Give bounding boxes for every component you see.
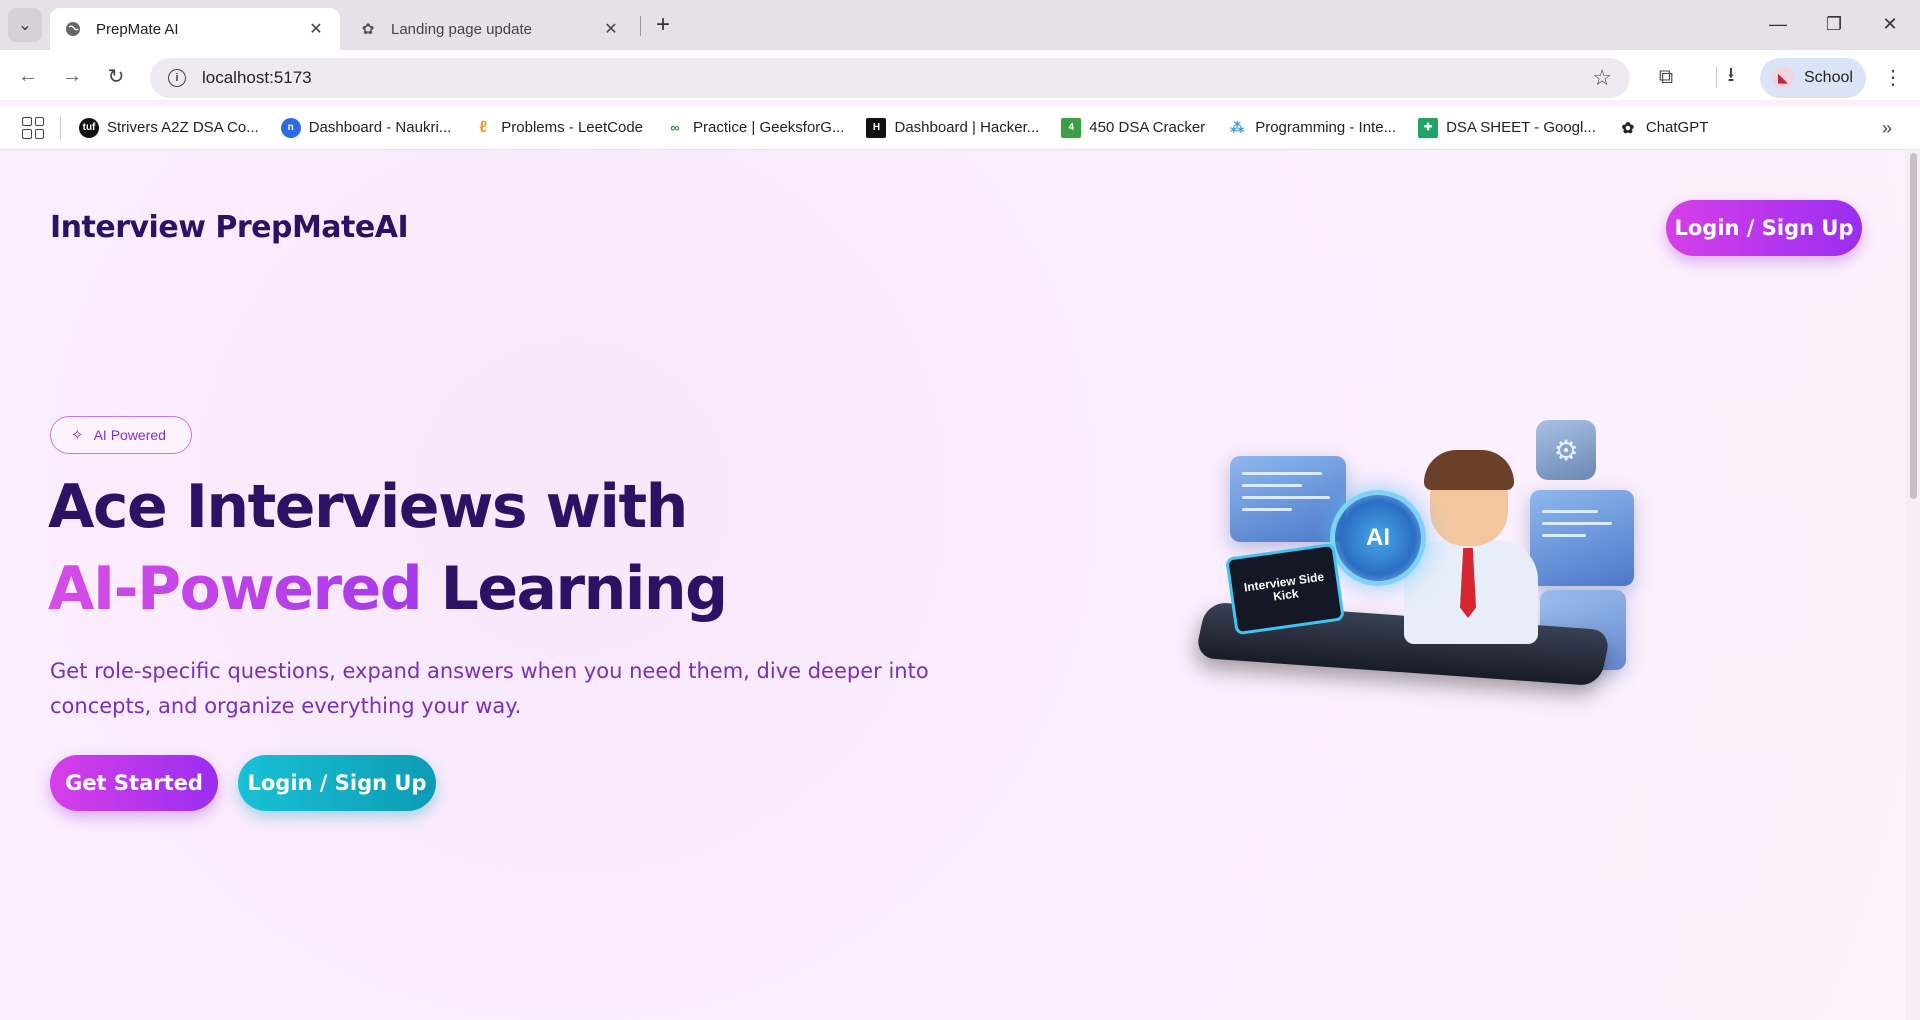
arrow-right-icon: → — [62, 64, 82, 87]
programming-icon: ⁂ — [1230, 119, 1245, 135]
bookmark-naukri[interactable]: n Dashboard - Naukri... — [280, 117, 452, 138]
close-icon: ✕ — [1882, 13, 1898, 34]
minimize-icon: — — [1769, 13, 1787, 34]
profile-avatar-icon: ◣ — [1772, 67, 1794, 89]
bookmark-strivers[interactable]: tuf Strivers A2Z DSA Co... — [79, 117, 259, 138]
plus-icon: + — [655, 11, 670, 38]
bookmark-label: 450 DSA Cracker — [1089, 119, 1206, 136]
bookmark-label: Problems - LeetCode — [501, 119, 644, 136]
person-hair — [1424, 450, 1514, 490]
reload-button[interactable]: ↻ — [100, 60, 132, 92]
gear-icon: ⚙ — [1536, 420, 1596, 480]
menu-kebab-icon[interactable]: ⋮ — [1878, 62, 1908, 92]
tab-title: PrepMate AI — [96, 20, 179, 38]
restore-button[interactable]: ❐ — [1814, 8, 1854, 40]
tab-title: Landing page update — [391, 20, 532, 38]
reload-icon: ↻ — [107, 65, 125, 88]
forward-button[interactable]: → — [56, 60, 88, 92]
apps-grid-icon[interactable] — [22, 116, 44, 139]
ai-hologram-icon: AI — [1330, 490, 1426, 586]
hero-heading-line2: AI-Powered Learning — [48, 554, 728, 624]
globe-icon — [64, 20, 82, 38]
download-icon[interactable]: ⭳ — [1716, 62, 1746, 92]
gfg-icon: ∞ — [670, 120, 680, 135]
hero-subtitle: Get role-specific questions, expand answ… — [50, 659, 929, 718]
tab-prepmate[interactable]: PrepMate AI ✕ — [50, 8, 340, 50]
profile-button[interactable]: ◣ School — [1760, 58, 1866, 98]
chevron-down-icon: ⌄ — [18, 17, 32, 34]
close-window-button[interactable]: ✕ — [1870, 8, 1910, 40]
scrollbar-thumb[interactable] — [1910, 153, 1917, 499]
restore-icon: ❐ — [1825, 13, 1843, 34]
hero-heading-rest: Learning — [421, 554, 728, 624]
tab-landing-page-update[interactable]: ✿ Landing page update ✕ — [345, 8, 635, 50]
header-login-button[interactable]: Login / Sign Up — [1666, 200, 1862, 256]
bookmark-450-dsa[interactable]: 4 450 DSA Cracker — [1061, 117, 1206, 138]
bookmark-label: Dashboard - Naukri... — [308, 119, 452, 136]
bookmark-label: Strivers A2Z DSA Co... — [107, 119, 259, 136]
address-bar[interactable]: i localhost:5173 ☆ — [150, 58, 1630, 98]
ai-powered-badge: ✧ AI Powered — [50, 416, 192, 454]
chatgpt-icon: ✿ — [1621, 119, 1635, 137]
url-text[interactable]: localhost:5173 — [202, 68, 1592, 88]
badge-label: AI Powered — [93, 427, 166, 443]
bookmark-label: ChatGPT — [1645, 119, 1709, 136]
sheets-icon: ✚ — [1418, 117, 1439, 138]
hackerrank-icon: H — [866, 117, 887, 138]
chevron-double-right-icon[interactable]: » — [1882, 118, 1892, 139]
bookmarks-bar: tuf Strivers A2Z DSA Co... n Dashboard -… — [0, 106, 1920, 150]
bookmark-label: Practice | GeeksforG... — [693, 119, 845, 136]
laptop-screen: Interview Side Kick — [1225, 542, 1345, 636]
bookmark-hackerrank[interactable]: H Dashboard | Hacker... — [866, 117, 1040, 138]
close-icon[interactable]: ✕ — [601, 19, 621, 39]
back-button[interactable]: ← — [12, 60, 44, 92]
dsa-cracker-icon: 4 — [1061, 117, 1082, 138]
leetcode-icon: ℓ — [479, 118, 488, 136]
landing-page: Interview PrepMateAI Login / Sign Up ✧ A… — [0, 150, 1905, 1020]
bookmarks-divider — [60, 116, 61, 139]
code-card — [1230, 456, 1346, 542]
star-icon[interactable]: ☆ — [1592, 65, 1612, 91]
minimize-button[interactable]: — — [1758, 8, 1798, 40]
profile-label: School — [1804, 69, 1853, 86]
tab-search-button[interactable]: ⌄ — [8, 8, 42, 42]
bookmark-programming[interactable]: ⁂ Programming - Inte... — [1227, 118, 1396, 138]
hero-illustration: ⚙ AI Interview Side Kick — [1190, 420, 1650, 720]
arrow-left-icon: ← — [18, 64, 38, 87]
tuf-icon: tuf — [79, 117, 99, 138]
chatgpt-icon: ✿ — [361, 21, 375, 38]
new-tab-button[interactable]: + — [648, 10, 678, 40]
bookmark-label: DSA SHEET - Googl... — [1446, 119, 1596, 136]
bookmark-label: Dashboard | Hacker... — [894, 119, 1040, 136]
get-started-button[interactable]: Get Started — [50, 755, 218, 811]
tab-divider — [640, 16, 641, 36]
hero-login-button[interactable]: Login / Sign Up — [238, 755, 436, 811]
bookmark-chatgpt[interactable]: ✿ ChatGPT — [1618, 118, 1709, 138]
close-icon[interactable]: ✕ — [306, 19, 326, 39]
info-card — [1530, 490, 1634, 586]
hero-heading-line1: Ace Interviews with — [48, 472, 688, 542]
bookmark-dsa-sheet[interactable]: ✚ DSA SHEET - Googl... — [1418, 117, 1596, 138]
bookmark-label: Programming - Inte... — [1255, 119, 1397, 136]
extensions-icon[interactable]: ⧉ — [1651, 62, 1681, 92]
bookmark-geeksforgeeks[interactable]: ∞ Practice | GeeksforG... — [665, 118, 844, 138]
sparkles-icon: ✧ — [71, 427, 84, 444]
hero-heading-accent: AI-Powered — [48, 554, 423, 624]
bookmark-leetcode[interactable]: ℓ Problems - LeetCode — [473, 118, 643, 138]
info-icon[interactable]: i — [168, 69, 186, 87]
brand-logo[interactable]: Interview PrepMateAI — [50, 210, 409, 245]
naukri-icon: n — [280, 117, 301, 138]
